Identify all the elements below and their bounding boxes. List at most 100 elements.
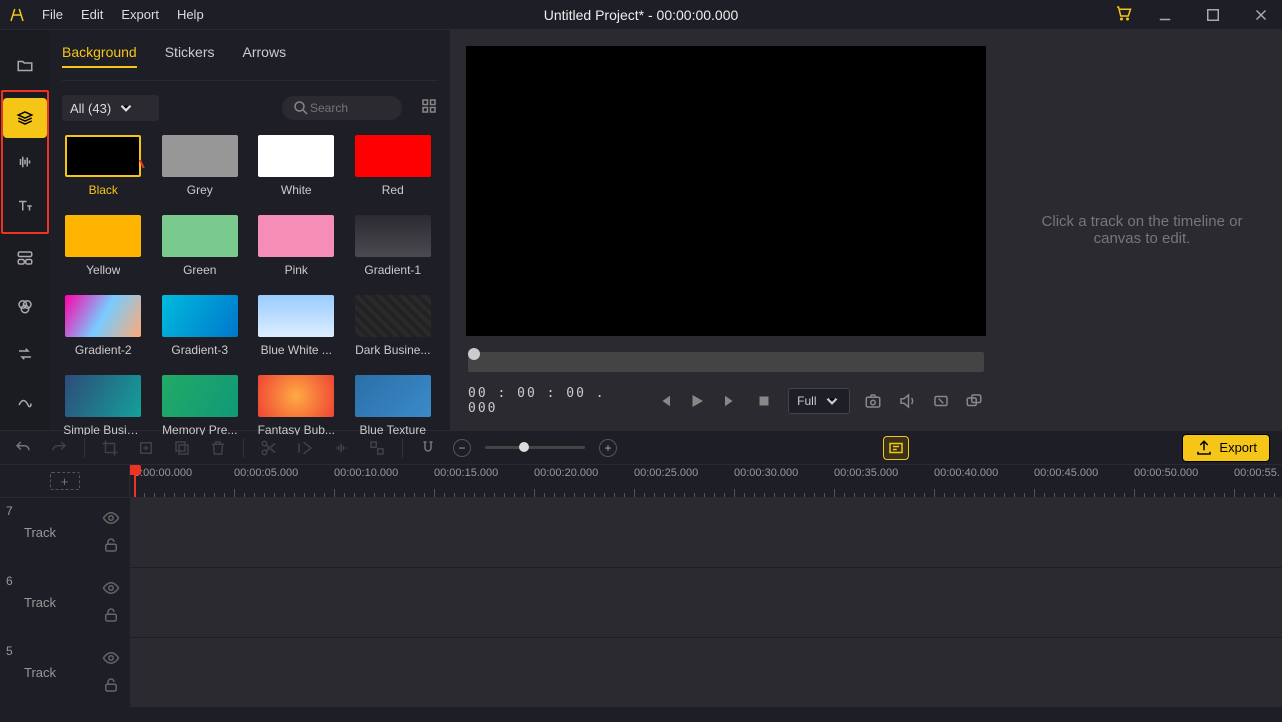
track-body[interactable] bbox=[130, 568, 1282, 637]
chevron-down-icon bbox=[823, 392, 841, 410]
warning-button[interactable] bbox=[883, 436, 909, 460]
audio-tool[interactable] bbox=[330, 437, 352, 459]
crop-button[interactable] bbox=[931, 392, 951, 410]
background-item[interactable]: Blue White ... bbox=[255, 295, 338, 357]
visibility-icon[interactable] bbox=[102, 579, 120, 600]
detach-button[interactable] bbox=[964, 392, 984, 410]
background-item[interactable]: Red bbox=[352, 135, 435, 197]
zoom-slider[interactable] bbox=[485, 446, 585, 449]
lock-icon[interactable] bbox=[102, 676, 120, 697]
background-item[interactable]: Grey bbox=[159, 135, 242, 197]
menu-edit[interactable]: Edit bbox=[81, 7, 103, 22]
background-item[interactable]: Gradient-3 bbox=[159, 295, 242, 357]
filter-dropdown[interactable]: All (43) bbox=[62, 95, 159, 121]
sidebar-templates[interactable] bbox=[3, 238, 47, 278]
undo-button[interactable] bbox=[12, 437, 34, 459]
split-tool[interactable] bbox=[258, 437, 280, 459]
group-tool[interactable] bbox=[366, 437, 388, 459]
background-item[interactable]: Green bbox=[159, 215, 242, 277]
track-header[interactable]: 7Track bbox=[0, 498, 130, 567]
background-swatch bbox=[355, 295, 431, 337]
sidebar-audio[interactable] bbox=[3, 142, 47, 182]
sidebar-effects[interactable] bbox=[3, 286, 47, 326]
play-button[interactable] bbox=[687, 392, 707, 410]
export-label: Export bbox=[1219, 440, 1257, 455]
preview-timeline[interactable] bbox=[468, 352, 984, 372]
speed-tool[interactable] bbox=[294, 437, 316, 459]
delete-tool[interactable] bbox=[207, 437, 229, 459]
search-input[interactable] bbox=[310, 101, 390, 115]
cart-icon[interactable] bbox=[1114, 4, 1132, 25]
visibility-icon[interactable] bbox=[102, 649, 120, 670]
snapshot-button[interactable] bbox=[864, 392, 884, 410]
tab-stickers[interactable]: Stickers bbox=[165, 44, 215, 68]
background-grid: BlackGreyWhiteRedYellowGreenPinkGradient… bbox=[62, 135, 438, 435]
background-item[interactable]: Simple Busin... bbox=[62, 375, 145, 435]
search-box[interactable] bbox=[282, 96, 402, 120]
playhead[interactable] bbox=[134, 465, 136, 497]
display-mode-select[interactable]: Full bbox=[788, 388, 849, 414]
magnet-tool[interactable] bbox=[417, 437, 439, 459]
sidebar-backgrounds[interactable] bbox=[3, 98, 47, 138]
zoom-out-button[interactable]: − bbox=[453, 439, 471, 457]
background-item[interactable]: Yellow bbox=[62, 215, 145, 277]
background-item[interactable]: Dark Busine... bbox=[352, 295, 435, 357]
menu-help[interactable]: Help bbox=[177, 7, 204, 22]
sidebar-text[interactable] bbox=[3, 186, 47, 226]
ruler-tick: 00:00:05.000 bbox=[234, 467, 298, 479]
prev-frame-button[interactable] bbox=[654, 392, 674, 410]
background-item[interactable]: Pink bbox=[255, 215, 338, 277]
menu-export[interactable]: Export bbox=[121, 7, 159, 22]
copy-tool[interactable] bbox=[171, 437, 193, 459]
close-button[interactable] bbox=[1246, 0, 1276, 30]
tab-background[interactable]: Background bbox=[62, 44, 137, 68]
lock-icon[interactable] bbox=[102, 536, 120, 557]
track-header[interactable]: 6Track bbox=[0, 568, 130, 637]
background-label: Green bbox=[183, 263, 216, 277]
background-label: Simple Busin... bbox=[63, 423, 143, 435]
background-item[interactable]: Memory Pre... bbox=[159, 375, 242, 435]
background-item[interactable]: Gradient-2 bbox=[62, 295, 145, 357]
ruler-main[interactable]: 0:00:00.00000:00:05.00000:00:10.00000:00… bbox=[130, 465, 1282, 497]
volume-button[interactable] bbox=[897, 392, 917, 410]
background-label: Grey bbox=[187, 183, 213, 197]
track-body[interactable] bbox=[130, 498, 1282, 567]
background-item[interactable]: Gradient-1 bbox=[352, 215, 435, 277]
background-item[interactable]: Blue Texture bbox=[352, 375, 435, 435]
track-header[interactable]: 5Track bbox=[0, 638, 130, 707]
background-item[interactable]: White bbox=[255, 135, 338, 197]
background-item[interactable]: Fantasy Bub... bbox=[255, 375, 338, 435]
visibility-icon[interactable] bbox=[102, 509, 120, 530]
add-marker[interactable] bbox=[135, 437, 157, 459]
export-button[interactable]: Export bbox=[1182, 434, 1270, 462]
menu-file[interactable]: File bbox=[42, 7, 63, 22]
maximize-button[interactable] bbox=[1198, 0, 1228, 30]
background-label: Dark Busine... bbox=[355, 343, 430, 357]
sidebar-transitions[interactable] bbox=[3, 334, 47, 374]
ruler-tick: 00:00:45.000 bbox=[1034, 467, 1098, 479]
background-label: Memory Pre... bbox=[162, 423, 237, 435]
add-track-button[interactable]: + bbox=[50, 472, 80, 490]
chevron-down-icon bbox=[117, 99, 135, 117]
sidebar-draw[interactable] bbox=[3, 382, 47, 422]
background-label: Blue Texture bbox=[360, 423, 427, 435]
next-frame-button[interactable] bbox=[721, 392, 741, 410]
zoom-knob[interactable] bbox=[519, 442, 529, 452]
ruler-tick: 00:00:15.000 bbox=[434, 467, 498, 479]
preview-scrubber[interactable] bbox=[468, 348, 480, 360]
redo-button[interactable] bbox=[48, 437, 70, 459]
grid-toggle-icon[interactable] bbox=[420, 97, 438, 120]
track-body[interactable] bbox=[130, 638, 1282, 707]
ruler-tick: 00:00:50.000 bbox=[1134, 467, 1198, 479]
preview-canvas[interactable] bbox=[466, 46, 986, 336]
background-swatch bbox=[65, 215, 141, 257]
background-swatch bbox=[162, 215, 238, 257]
crop-tool[interactable] bbox=[99, 437, 121, 459]
minimize-button[interactable] bbox=[1150, 0, 1180, 30]
lock-icon[interactable] bbox=[102, 606, 120, 627]
background-item[interactable]: Black bbox=[62, 135, 145, 197]
stop-button[interactable] bbox=[755, 392, 775, 410]
zoom-in-button[interactable]: + bbox=[599, 439, 617, 457]
tab-arrows[interactable]: Arrows bbox=[243, 44, 287, 68]
sidebar-media[interactable] bbox=[3, 46, 47, 86]
